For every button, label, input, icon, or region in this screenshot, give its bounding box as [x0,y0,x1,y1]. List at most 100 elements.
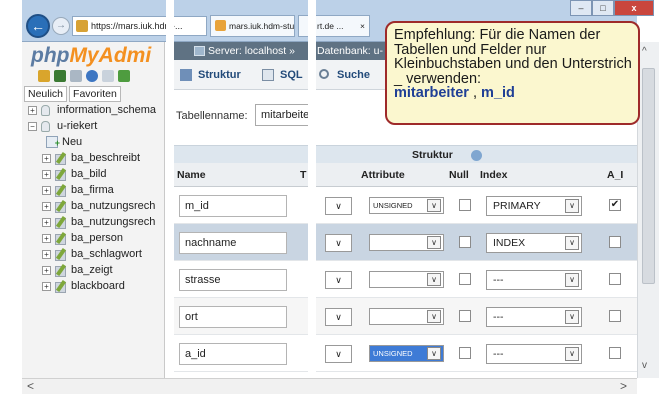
forward-button[interactable]: → [52,17,70,35]
vertical-scrollbar[interactable]: ^ v [637,42,659,378]
attribute-dropdown[interactable]: UNSIGNED ∨ [369,345,444,362]
site-icon [76,20,88,32]
column-name-input[interactable]: nachname [179,232,287,254]
docs-icon[interactable] [86,70,98,82]
null-checkbox[interactable] [459,199,471,211]
null-checkbox[interactable] [459,347,471,359]
tab-structure[interactable]: Struktur [178,65,241,85]
index-dropdown[interactable]: INDEX ∨ [486,233,582,253]
type-dropdown[interactable]: ∨ [325,234,352,252]
expand-icon[interactable]: + [42,218,51,227]
table-icon [55,248,67,261]
close-window-button[interactable]: x [614,0,654,16]
tree-label: ba_firma [71,184,114,196]
address-bar[interactable]: https://mars.iuk.hdm-... [72,16,207,36]
minimize-button[interactable]: – [570,0,592,16]
expand-icon[interactable]: + [42,250,51,259]
maximize-button[interactable]: □ [592,0,614,16]
index-dropdown[interactable]: --- ∨ [486,270,582,290]
phpmyadmin-logo[interactable]: phpMyAdmi [31,44,151,68]
tree-label: Neu [62,136,83,148]
tree-label: ba_nutzungsrech [71,216,156,228]
expand-icon[interactable]: + [42,170,51,179]
column-name-input[interactable]: m_id [179,195,287,217]
auto-increment-checkbox[interactable] [609,236,621,248]
tab-close-icon[interactable]: × [360,16,365,36]
type-dropdown[interactable]: ∨ [325,197,352,215]
expand-icon[interactable]: + [28,106,37,115]
null-checkbox[interactable] [459,310,471,322]
back-button[interactable]: ← [26,14,50,38]
browser-tab-1[interactable]: mars.iuk.hdm-stu [210,15,295,37]
table-row: ort ∨ ∨ --- ∨ [174,298,637,335]
attribute-value: UNSIGNED [373,349,413,358]
logo-my: MyAdmi [69,44,152,67]
expand-icon[interactable]: + [42,266,51,275]
tab-search[interactable]: Suche [317,65,370,85]
tab-sql[interactable]: SQL [260,65,303,85]
attribute-dropdown[interactable]: UNSIGNED ∨ [369,197,444,214]
breadcrumb-server[interactable]: Server: localhost » [208,42,295,60]
null-checkbox[interactable] [459,273,471,285]
scroll-thumb[interactable] [642,68,655,284]
column-name-input[interactable]: ort [179,306,287,328]
header-index: Index [480,169,508,181]
home-icon[interactable] [38,70,50,82]
tree-label: ba_bild [71,168,107,180]
scroll-left-icon[interactable]: < [27,379,34,394]
column-name-input[interactable]: a_id [179,343,287,365]
table-icon [55,184,67,197]
null-checkbox[interactable] [459,236,471,248]
attribute-dropdown[interactable]: ∨ [369,234,444,251]
collapse-icon[interactable]: − [28,122,37,131]
auto-increment-checkbox[interactable]: ✔ [609,199,621,211]
table-name-input[interactable]: mitarbeite [255,104,315,126]
expand-icon[interactable]: + [42,186,51,195]
structure-title: Struktur [412,149,453,161]
tab-search-label: Suche [337,69,371,81]
scroll-right-icon[interactable]: > [620,379,627,394]
index-value: --- [493,348,504,360]
logout-icon[interactable] [54,70,66,82]
reload-icon[interactable] [118,70,130,82]
breadcrumb-database[interactable]: Datenbank: u- [317,42,383,60]
tree-label: ba_zeigt [71,264,113,276]
dropdown-arrow-icon: ∨ [427,199,441,212]
attribute-dropdown[interactable]: ∨ [369,271,444,288]
type-dropdown[interactable]: ∨ [325,345,352,363]
query-window-icon[interactable] [70,70,82,82]
favorites-link[interactable]: Favoriten [69,86,121,102]
help-icon[interactable] [471,150,482,161]
auto-increment-checkbox[interactable] [609,310,621,322]
favicon-icon [215,20,226,31]
table-icon [55,168,67,181]
expand-icon[interactable]: + [42,202,51,211]
expand-icon[interactable]: + [42,282,51,291]
auto-increment-checkbox[interactable] [609,273,621,285]
attribute-dropdown[interactable]: ∨ [369,308,444,325]
scroll-down-icon[interactable]: v [642,360,647,371]
column-name-input[interactable]: strasse [179,269,287,291]
table-icon [55,216,67,229]
database-icon [41,105,50,116]
dropdown-arrow-icon: ∨ [565,199,579,213]
table-row: a_id ∨ UNSIGNED ∨ --- ∨ [174,335,637,372]
scroll-up-icon[interactable]: ^ [642,46,647,57]
header-ai: A_I [607,169,624,181]
type-dropdown[interactable]: ∨ [325,271,352,289]
expand-icon[interactable]: + [42,154,51,163]
table-icon [55,200,67,213]
index-dropdown[interactable]: --- ∨ [486,307,582,327]
index-dropdown[interactable]: --- ∨ [486,344,582,364]
header-attribute: Attribute [361,169,405,181]
horizontal-scrollbar[interactable]: < > [22,378,637,394]
expand-icon[interactable]: + [42,234,51,243]
index-dropdown[interactable]: PRIMARY ∨ [486,196,582,216]
recent-tables-link[interactable]: Neulich [24,86,68,102]
auto-increment-checkbox[interactable] [609,347,621,359]
type-dropdown[interactable]: ∨ [325,308,352,326]
sql-docs-icon[interactable] [102,70,114,82]
annotation-callout: Empfehlung: Für die Namen der Tabellen u… [385,21,640,125]
annotation-example-field: m_id [481,85,515,101]
table-row: strasse ∨ ∨ --- ∨ [174,261,637,298]
